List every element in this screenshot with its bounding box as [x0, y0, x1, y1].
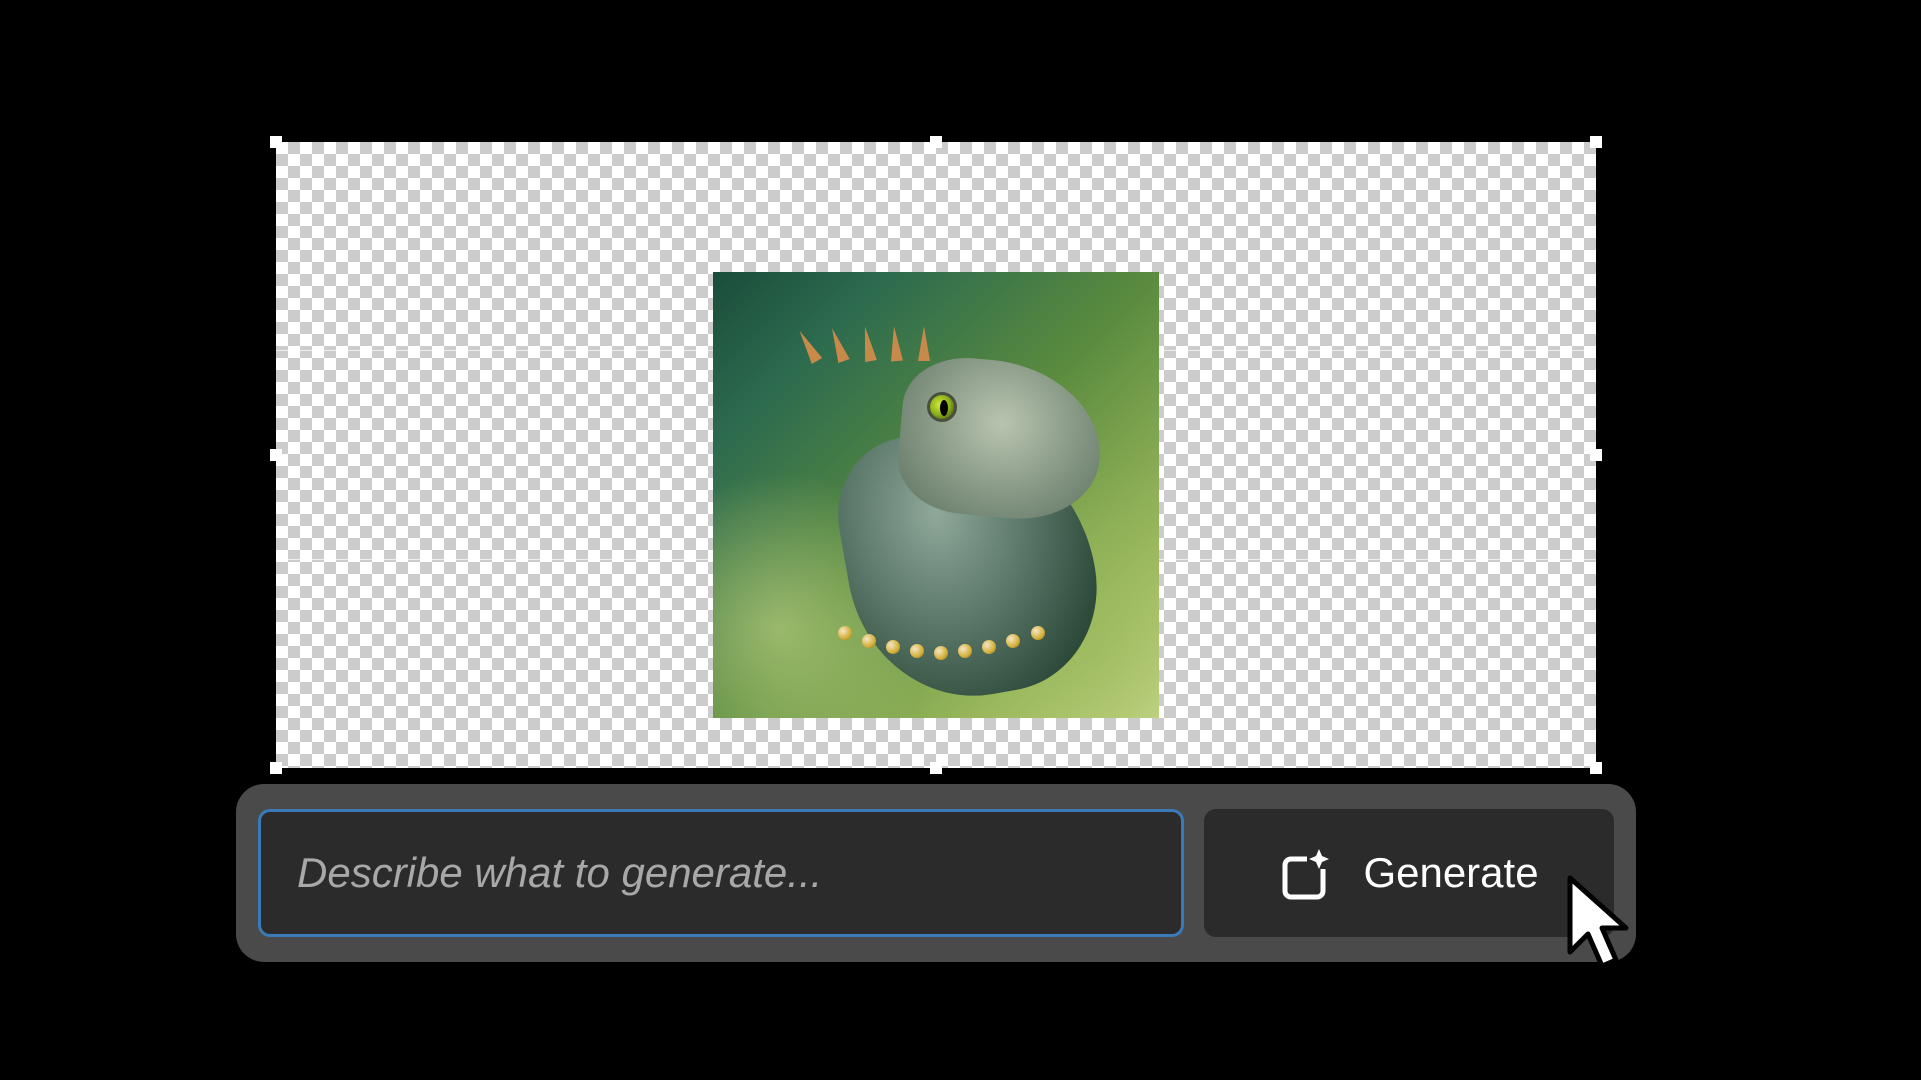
resize-handle-top-middle[interactable]	[930, 136, 942, 148]
resize-handle-bottom-middle[interactable]	[930, 762, 942, 774]
resize-handle-middle-right[interactable]	[1590, 449, 1602, 461]
generative-fill-toolbar: Generate	[236, 784, 1636, 962]
resize-handle-middle-left[interactable]	[270, 449, 282, 461]
generate-button[interactable]: Generate	[1204, 809, 1614, 937]
sparkle-icon	[1279, 845, 1335, 901]
resize-handle-bottom-right[interactable]	[1590, 762, 1602, 774]
generated-image[interactable]	[713, 272, 1159, 718]
canvas-area[interactable]	[276, 142, 1596, 768]
resize-handle-bottom-left[interactable]	[270, 762, 282, 774]
resize-handle-top-right[interactable]	[1590, 136, 1602, 148]
resize-handle-top-left[interactable]	[270, 136, 282, 148]
prompt-input[interactable]	[258, 809, 1184, 937]
generate-button-label: Generate	[1363, 849, 1538, 897]
